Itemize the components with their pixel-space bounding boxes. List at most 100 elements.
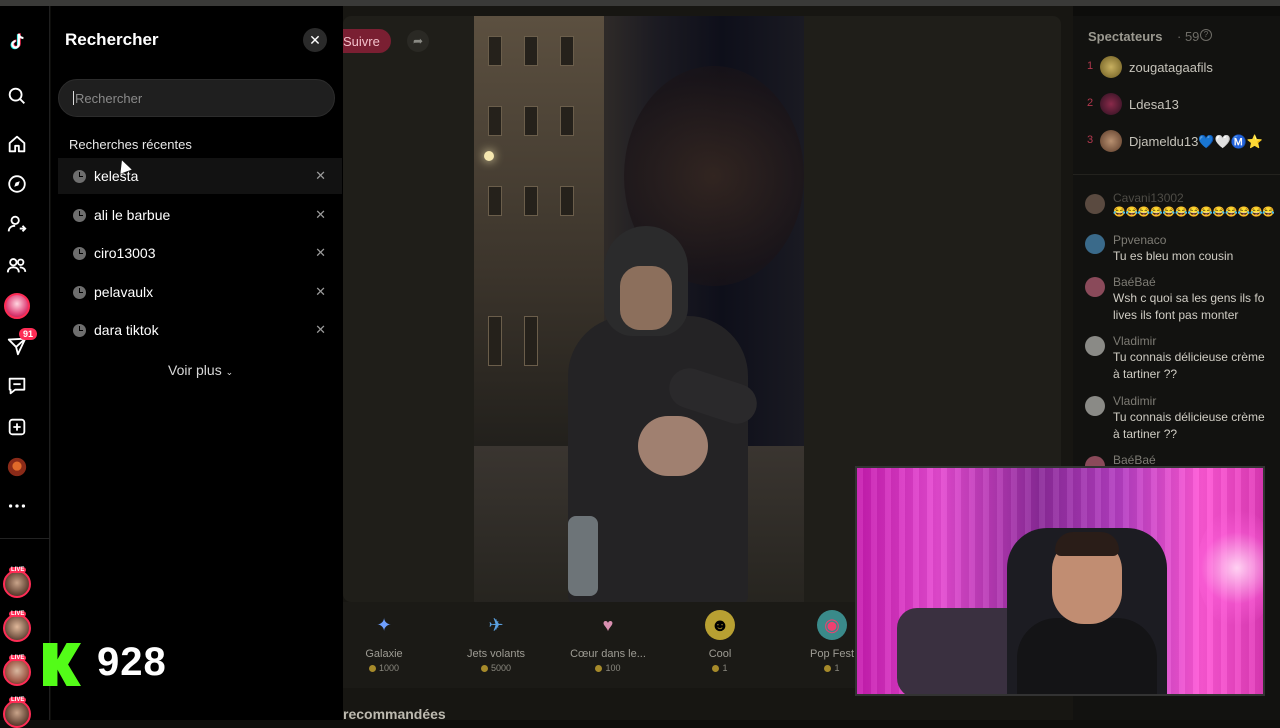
remove-icon[interactable]: ✕ xyxy=(315,284,326,300)
chat-username[interactable]: Cavani13002 xyxy=(1113,191,1184,205)
jets-icon: ✈ xyxy=(488,614,504,635)
home-icon[interactable] xyxy=(5,132,29,156)
recent-search-item[interactable]: pelavaulx ✕ xyxy=(58,274,342,310)
chat-message: 😂😂😂😂😂😂😂😂😂😂😂😂😂 xyxy=(1113,207,1275,218)
viewer-avatar[interactable] xyxy=(1100,130,1122,152)
gift-item[interactable]: ☻ Cool 1 xyxy=(670,610,770,673)
live-channel-avatar[interactable]: LIVE xyxy=(3,655,31,686)
chat-avatar[interactable] xyxy=(1085,336,1105,356)
recent-search-item[interactable]: ciro13003 ✕ xyxy=(58,235,342,271)
viewer-avatar[interactable] xyxy=(1100,93,1122,115)
chat-message: Wsh c quoi sa les gens ils fo lives ils … xyxy=(1113,291,1265,322)
chat-message: Tu es bleu mon cousin xyxy=(1113,249,1234,263)
clock-icon xyxy=(73,208,86,222)
gift-name: Cœur dans le... xyxy=(570,648,646,660)
chat-username[interactable]: BaéBaé xyxy=(1113,275,1156,289)
remove-icon[interactable]: ✕ xyxy=(315,245,326,261)
gift-price: 100 xyxy=(558,663,658,673)
cool-emoji-icon: ☻ xyxy=(705,610,735,640)
panel-divider xyxy=(1073,174,1280,175)
chevron-down-icon: ⌄ xyxy=(225,367,234,377)
search-icon[interactable] xyxy=(5,84,29,108)
video-street-lamp xyxy=(484,151,494,161)
profile-avatar-icon[interactable] xyxy=(5,455,29,479)
rank-number: 3 xyxy=(1087,134,1094,146)
follow-label: Suivre xyxy=(343,33,380,49)
pop-fest-icon: ◉ xyxy=(817,610,847,640)
viewer-name[interactable]: Ldesa13 xyxy=(1129,97,1179,112)
messages-icon[interactable]: 91 xyxy=(5,328,38,358)
live-video[interactable] xyxy=(474,16,804,602)
chat-avatar[interactable] xyxy=(1085,234,1105,254)
explore-icon[interactable] xyxy=(5,172,29,196)
chat-avatar[interactable] xyxy=(1085,277,1105,297)
rank-number: 2 xyxy=(1087,97,1094,109)
follow-button[interactable]: Suivre xyxy=(343,29,391,53)
chat-message: Tu connais délicieuse crème à tartiner ?… xyxy=(1113,350,1265,381)
gift-price: 1000 xyxy=(334,663,434,673)
live-channel-avatar[interactable]: LIVE xyxy=(3,611,31,642)
remove-icon[interactable]: ✕ xyxy=(315,207,326,223)
viewer-avatar[interactable] xyxy=(1100,56,1122,78)
remove-icon[interactable]: ✕ xyxy=(315,168,326,184)
share-icon[interactable]: ➦ xyxy=(407,30,429,52)
viewer-name[interactable]: Djameldu13💙🤍Ⓜ️⭐ xyxy=(1129,134,1263,150)
recent-search-item[interactable]: dara tiktok ✕ xyxy=(58,312,342,348)
clock-icon xyxy=(73,323,86,337)
recent-searches-heading: Recherches récentes xyxy=(69,137,192,152)
live-avatar[interactable] xyxy=(4,293,30,319)
gift-price: 5000 xyxy=(446,663,546,673)
see-more-button[interactable]: Voir plus ⌄ xyxy=(168,362,233,378)
recent-search-label: ali le barbue xyxy=(94,207,171,223)
search-panel: Rechercher ✕ Rechercher Recherches récen… xyxy=(51,6,343,720)
remove-icon[interactable]: ✕ xyxy=(315,322,326,338)
chat-username[interactable]: Ppvenaco xyxy=(1113,233,1166,247)
clock-icon xyxy=(73,169,86,183)
recent-search-item[interactable]: ali le barbue ✕ xyxy=(58,197,342,233)
recent-search-label: pelavaulx xyxy=(94,284,154,300)
rank-number: 1 xyxy=(1087,60,1094,72)
search-input[interactable]: Rechercher xyxy=(58,79,335,117)
messages-badge: 91 xyxy=(19,328,38,340)
chat-username[interactable]: BaéBaé xyxy=(1113,453,1156,467)
following-icon[interactable] xyxy=(5,212,29,236)
search-placeholder: Rechercher xyxy=(75,90,143,106)
streamer-webcam-overlay xyxy=(855,466,1265,696)
gift-name: Galaxie xyxy=(365,648,403,660)
gift-item[interactable]: ♥ Cœur dans le... 100 xyxy=(558,610,658,674)
chat-username[interactable]: Vladimir xyxy=(1113,394,1156,408)
chat-avatar[interactable] xyxy=(1085,194,1105,214)
inbox-icon[interactable] xyxy=(5,374,29,398)
live-channel-avatar[interactable]: LIVE xyxy=(3,697,31,728)
clock-icon xyxy=(73,246,86,260)
recent-search-item[interactable]: kelesta ✕ xyxy=(58,158,342,194)
left-rail: 91 LIVE LIVE LIVE LIVE xyxy=(0,6,50,728)
gift-price: 1 xyxy=(670,663,770,673)
video-person xyxy=(558,226,778,602)
viewers-count: · 59 xyxy=(1177,29,1200,44)
chat-username[interactable]: Vladimir xyxy=(1113,334,1156,348)
more-icon[interactable] xyxy=(5,494,29,518)
help-icon[interactable]: ? xyxy=(1200,29,1212,41)
chat-avatar[interactable] xyxy=(1085,396,1105,416)
viewers-title: Spectateurs xyxy=(1088,29,1163,44)
galaxy-icon: ✦ xyxy=(376,614,392,635)
text-caret xyxy=(73,91,74,105)
rail-divider xyxy=(0,538,50,539)
friends-icon[interactable] xyxy=(5,253,29,277)
gift-item[interactable]: ✦ Galaxie 1000 xyxy=(334,610,434,674)
viewer-name[interactable]: zougatagaafils xyxy=(1129,60,1213,75)
kick-viewer-count: 928 xyxy=(97,640,167,684)
gift-item[interactable]: ✈ Jets volants 5000 xyxy=(446,610,546,674)
tiktok-logo-icon[interactable] xyxy=(5,30,29,54)
gift-name: Cool xyxy=(708,648,732,660)
recent-search-label: dara tiktok xyxy=(94,322,159,338)
clock-icon xyxy=(73,285,86,299)
close-icon[interactable]: ✕ xyxy=(303,28,327,52)
panel-title: Rechercher xyxy=(65,30,159,49)
chat-message: Tu connais délicieuse crème à tartiner ?… xyxy=(1113,410,1265,441)
recent-search-label: ciro13003 xyxy=(94,245,156,261)
upload-icon[interactable] xyxy=(5,415,29,439)
live-channel-avatar[interactable]: LIVE xyxy=(3,567,31,598)
see-more-label: Voir plus xyxy=(168,362,222,378)
